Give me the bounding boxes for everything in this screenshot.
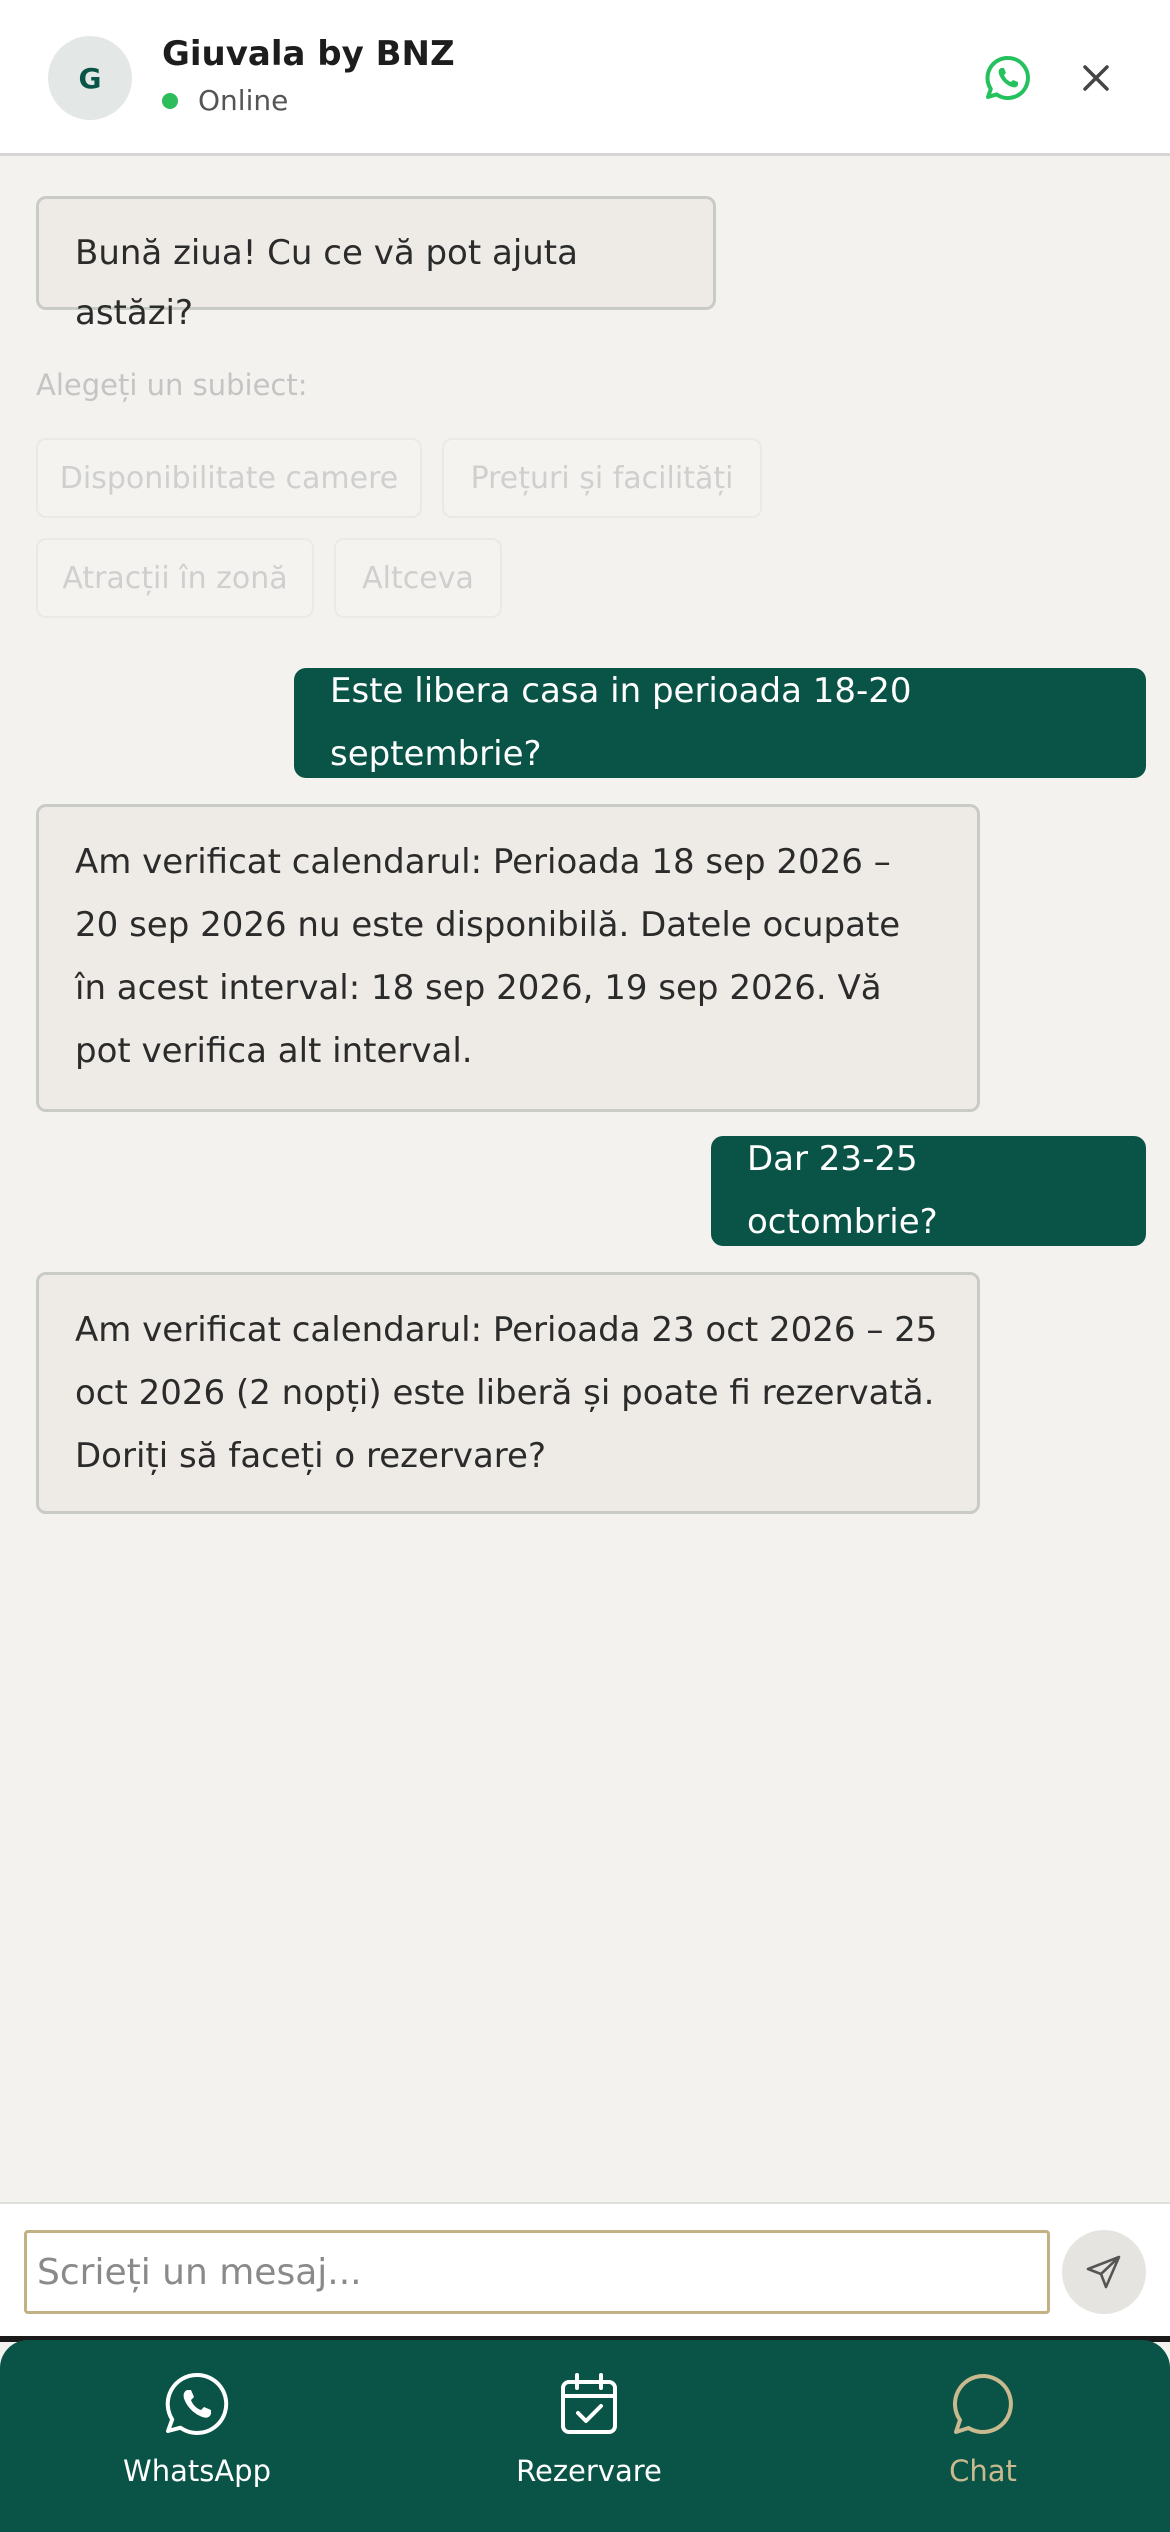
calendar-check-icon xyxy=(561,2373,617,2434)
chip-altceva[interactable]: Altceva xyxy=(334,538,502,618)
close-icon[interactable] xyxy=(1078,60,1114,96)
chip-atractii[interactable]: Atracții în zonă xyxy=(36,538,314,618)
bot-message: Bună ziua! Cu ce vă pot ajuta astăzi? xyxy=(36,196,716,333)
send-button[interactable] xyxy=(1062,2230,1146,2314)
user-message: Este libera casa in perioada 18-20 septe… xyxy=(294,668,1146,778)
online-dot-icon xyxy=(162,92,178,109)
chip-disponibilitate[interactable]: Disponibilitate camere xyxy=(36,438,422,518)
chat-header: G Giuvala by BNZ Online xyxy=(0,0,1170,156)
subject-label: Alegeți un subiect: xyxy=(36,368,308,402)
nav-label-rezervare: Rezervare xyxy=(516,2454,662,2488)
whatsapp-icon xyxy=(165,2372,229,2435)
chip-preturi[interactable]: Prețuri și facilități xyxy=(442,438,762,518)
status-text: Online xyxy=(198,84,289,117)
nav-item-whatsapp[interactable]: WhatsApp xyxy=(2,2340,392,2532)
nav-label-whatsapp: WhatsApp xyxy=(123,2454,271,2488)
avatar: G xyxy=(48,36,132,120)
nav-item-chat[interactable]: Chat xyxy=(788,2340,1170,2532)
bottom-nav: WhatsApp Rezervare Chat xyxy=(0,2340,1170,2532)
nav-label-chat: Chat xyxy=(949,2454,1017,2488)
whatsapp-icon[interactable] xyxy=(984,54,1032,102)
send-icon xyxy=(1086,2255,1121,2289)
online-status: Online xyxy=(162,84,288,117)
composer-bar xyxy=(0,2202,1170,2336)
nav-item-rezervare[interactable]: Rezervare xyxy=(394,2340,784,2532)
bot-message: Am verificat calendarul: Perioada 23 oct… xyxy=(36,1272,980,1514)
message-input[interactable] xyxy=(24,2230,1050,2314)
bot-message: Am verificat calendarul: Perioada 18 sep… xyxy=(36,804,980,1112)
chat-bubble-icon xyxy=(952,2374,1013,2434)
chat-title: Giuvala by BNZ xyxy=(162,34,455,74)
user-message: Dar 23-25 octombrie? xyxy=(711,1136,1146,1246)
